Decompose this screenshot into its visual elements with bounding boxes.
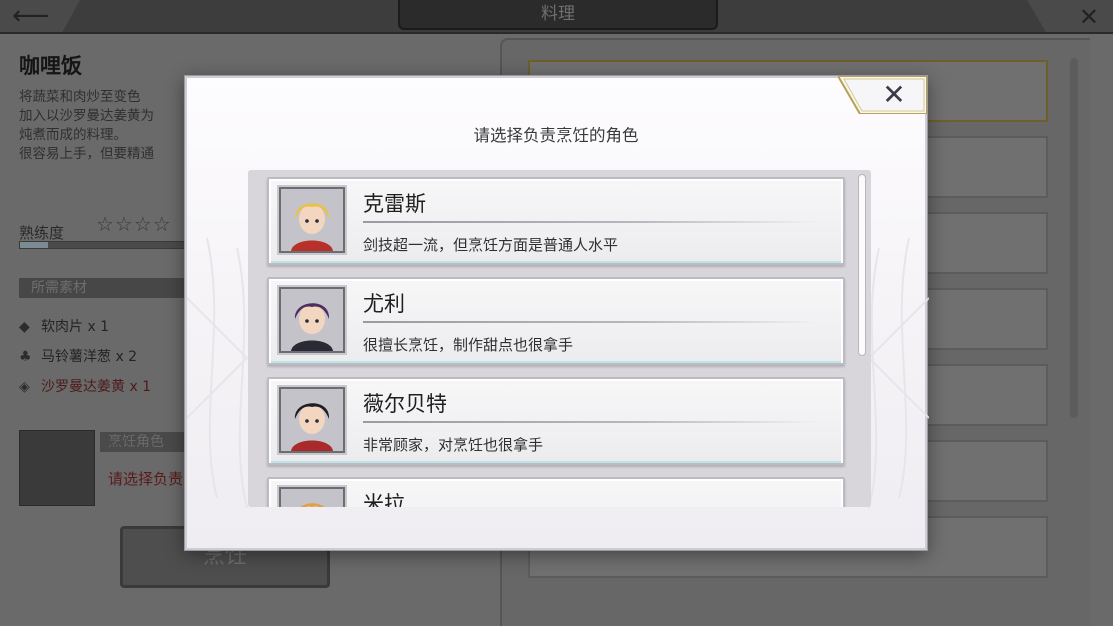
character-list-viewport: 米拉 — [248, 170, 871, 507]
close-x-icon: ✕ — [882, 78, 906, 111]
dialog-close-button[interactable]: ✕ — [838, 76, 927, 114]
material-item: ◈ 沙罗曼达姜黄 x 1 — [19, 376, 151, 396]
material-item: ♣ 马铃薯洋葱 x 2 — [19, 346, 137, 366]
back-arrow-icon: ⟵ — [12, 1, 50, 31]
cook-character-slot[interactable] — [19, 430, 95, 506]
character-name: 米拉 — [363, 492, 405, 507]
exit-button[interactable]: ✕ — [1027, 0, 1113, 32]
back-button[interactable]: ⟵ — [0, 0, 80, 32]
top-bar: ⟵ 料理 ✕ — [0, 0, 1113, 34]
meat-icon: ◆ — [19, 319, 30, 335]
cook-role-prompt: 请选择负责 — [108, 470, 184, 488]
proficiency-label: 熟练度 — [19, 224, 65, 242]
close-x-icon: ✕ — [1078, 3, 1099, 31]
character-portrait — [279, 487, 345, 507]
material-item: ◆ 软肉片 x 1 — [19, 316, 109, 336]
material-label: 沙罗曼达姜黄 x 1 — [41, 379, 152, 395]
dish-name: 咖哩饭 — [19, 54, 82, 78]
proficiency-bar-fill — [20, 242, 48, 248]
recipe-list-scrollbar[interactable] — [1070, 58, 1078, 418]
screen-title: 料理 — [398, 0, 718, 30]
vegetable-icon: ♣ — [19, 349, 32, 365]
material-label: 软肉片 x 1 — [41, 319, 110, 335]
proficiency-stars: ☆☆☆☆ — [96, 212, 172, 236]
character-portrait-art — [281, 489, 343, 507]
dialog-title: 请选择负责烹饪的角色 — [473, 126, 639, 145]
material-label: 马铃薯洋葱 x 2 — [41, 349, 138, 365]
character-card[interactable]: 米拉 — [267, 477, 845, 507]
spice-icon: ◈ — [19, 379, 30, 395]
